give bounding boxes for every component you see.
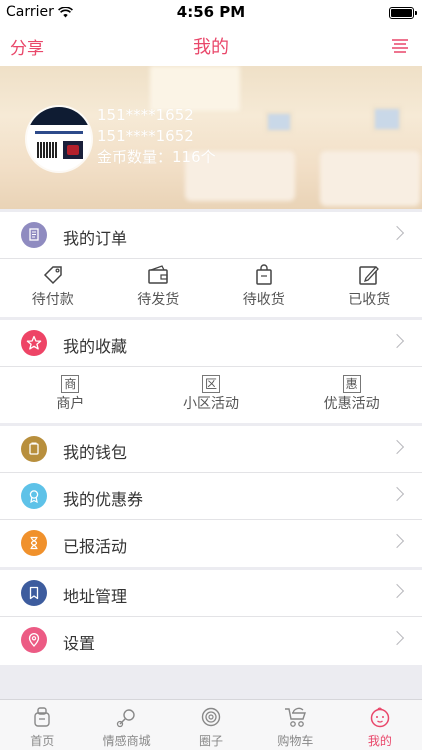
tab-label: 我的 [367, 734, 392, 748]
username: 151****1652 [97, 106, 194, 124]
orders-section: 我的订单 待付款 待发货 待收货 已收货 [0, 212, 422, 317]
order-status-row: 待付款 待发货 待收货 已收货 [0, 264, 422, 309]
tag-icon [43, 266, 62, 285]
tab-mine[interactable]: 我的 [338, 700, 422, 750]
stroller-icon [285, 707, 307, 727]
tab-cart[interactable]: 购物车 [253, 700, 337, 750]
menu-icon[interactable] [390, 36, 410, 56]
order-status-label: 待付款 [31, 292, 74, 308]
user-info: 151****1652 151****1652 金币数量：116个 [97, 105, 216, 168]
activities-label: 已报活动 [63, 537, 128, 556]
chevron-right-icon [389, 630, 405, 646]
favorite-category-label: 商户 [56, 396, 85, 412]
favorites-icon [21, 330, 47, 356]
order-pending-payment[interactable]: 待付款 [0, 264, 106, 309]
tab-home[interactable]: 首页 [0, 700, 84, 750]
promotion-icon: 惠 [342, 375, 361, 393]
address-label: 地址管理 [63, 587, 128, 606]
chevron-right-icon [389, 225, 405, 241]
avatar[interactable] [27, 107, 91, 171]
status-bar: Carrier 4:56 PM [0, 0, 422, 26]
favorites-category-row: 商 商户 区 小区活动 惠 优惠活动 [0, 373, 422, 413]
phone-number: 151****1652 [97, 127, 194, 145]
bookmark-icon [21, 580, 47, 606]
tab-bar: 首页 情感商城 圈子 购物车 我的 [0, 699, 422, 750]
order-status-label: 已收货 [348, 292, 391, 308]
favorite-category-label: 优惠活动 [323, 396, 380, 412]
wallet-row[interactable]: 我的钱包 [0, 426, 422, 473]
tab-label: 首页 [30, 734, 55, 748]
tab-circle[interactable]: 圈子 [169, 700, 253, 750]
tab-label: 圈子 [199, 734, 224, 748]
favorite-category-label: 小区活动 [183, 396, 239, 412]
wallet-icon [21, 436, 47, 462]
settings-label: 设置 [63, 634, 96, 653]
activities-row[interactable]: 已报活动 [0, 520, 422, 567]
merchant-icon: 商 [61, 375, 80, 393]
background-decor [320, 151, 420, 206]
coupon-icon [21, 483, 47, 509]
background-decor [265, 111, 293, 133]
battery-icon [389, 7, 417, 19]
chevron-right-icon [389, 486, 405, 502]
page-title: 我的 [193, 37, 229, 58]
orders-icon [21, 222, 47, 248]
favorite-merchants[interactable]: 商 商户 [0, 373, 141, 413]
hourglass-icon [21, 530, 47, 556]
favorites-section: 我的收藏 商 商户 区 小区活动 惠 优惠活动 [0, 320, 422, 423]
status-time: 4:56 PM [176, 3, 246, 21]
account-section: 我的钱包 我的优惠券 已报活动 [0, 426, 422, 567]
circle-icon [201, 707, 221, 727]
profile-header: 151****1652 151****1652 金币数量：116个 [0, 66, 422, 209]
tab-label: 情感商城 [102, 734, 151, 748]
order-status-label: 待发货 [137, 292, 180, 308]
chevron-right-icon [389, 333, 405, 349]
tab-label: 购物车 [277, 734, 314, 748]
favorite-community-activities[interactable]: 区 小区活动 [141, 373, 282, 413]
coupons-label: 我的优惠券 [63, 490, 144, 509]
wallet-icon [148, 265, 168, 284]
bag-icon [256, 264, 272, 285]
my-favorites-label: 我的收藏 [63, 337, 128, 356]
pacifier-icon [116, 709, 135, 728]
nav-bar: 分享 我的 [0, 26, 422, 66]
coupons-row[interactable]: 我的优惠券 [0, 473, 422, 520]
edit-icon [359, 266, 380, 285]
address-row[interactable]: 地址管理 [0, 570, 422, 617]
favorite-promotions[interactable]: 惠 优惠活动 [281, 373, 422, 413]
background-decor [372, 106, 402, 132]
order-pending-shipment[interactable]: 待发货 [106, 264, 212, 309]
order-pending-receipt[interactable]: 待收货 [211, 264, 317, 309]
settings-row[interactable]: 设置 [0, 617, 422, 664]
coin-count: 金币数量：116个 [97, 148, 216, 166]
community-icon: 区 [202, 375, 220, 393]
home-icon [34, 707, 50, 727]
order-received[interactable]: 已收货 [317, 264, 422, 309]
location-pin-icon [21, 627, 47, 653]
my-orders-label: 我的订单 [63, 229, 128, 248]
wallet-label: 我的钱包 [63, 443, 128, 462]
baby-face-icon [370, 707, 390, 728]
chevron-right-icon [389, 533, 405, 549]
order-status-label: 待收货 [242, 292, 285, 308]
chevron-right-icon [389, 583, 405, 599]
my-orders-row[interactable]: 我的订单 [0, 212, 422, 259]
chevron-right-icon [389, 439, 405, 455]
my-favorites-row[interactable]: 我的收藏 [0, 320, 422, 367]
tab-mall[interactable]: 情感商城 [84, 700, 168, 750]
settings-section: 地址管理 设置 [0, 570, 422, 665]
